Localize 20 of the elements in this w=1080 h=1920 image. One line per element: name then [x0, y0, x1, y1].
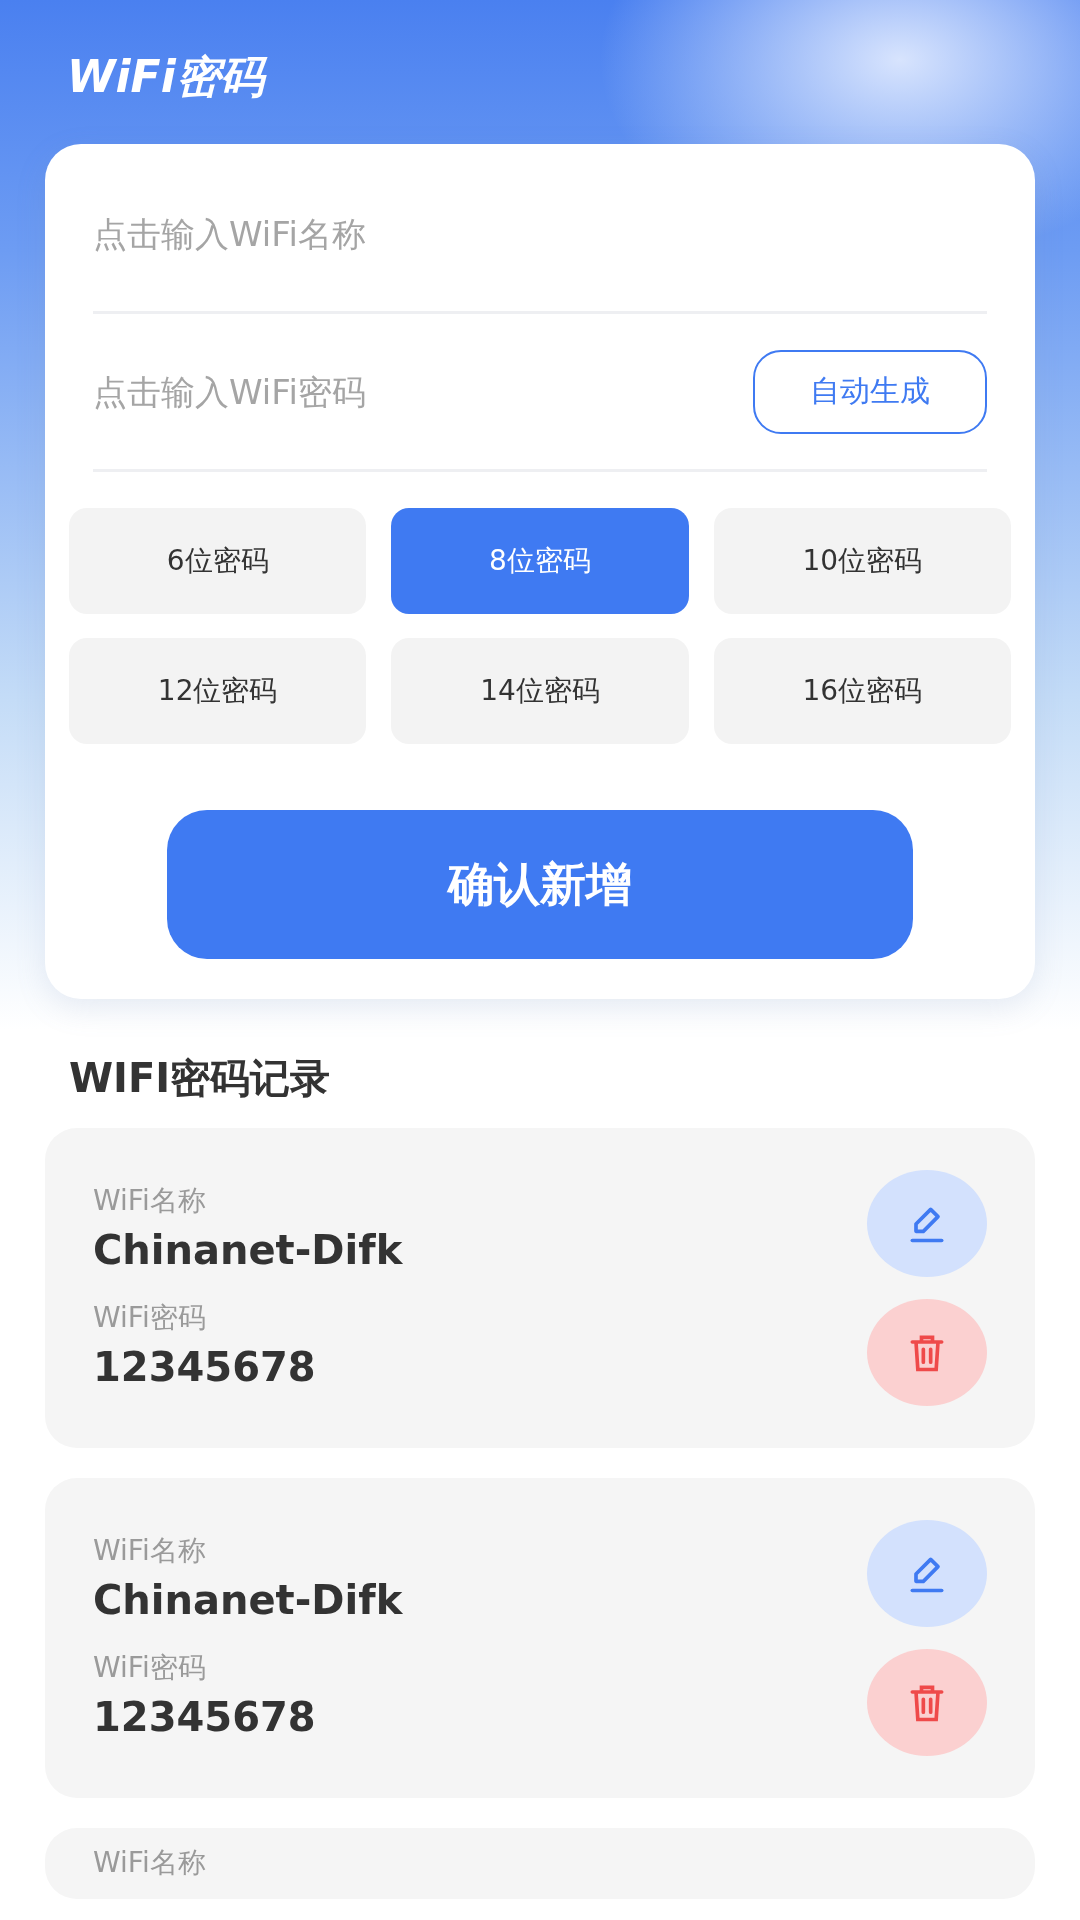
- length-option[interactable]: 14位密码: [391, 638, 689, 744]
- name-input-field[interactable]: 点击输入WiFi名称: [93, 213, 987, 254]
- password-input-field[interactable]: 点击输入WiFi密码: [93, 371, 753, 412]
- auto-generate-button[interactable]: 自动生成: [753, 349, 987, 434]
- confirm-button[interactable]: 确认新增: [167, 810, 913, 959]
- wifi-name: Chinanet-Difk: [93, 1577, 403, 1623]
- length-option[interactable]: 16位密码: [713, 638, 1011, 744]
- section-title: WIFI密码记录: [69, 1054, 332, 1103]
- length-option[interactable]: 12位密码: [69, 638, 367, 744]
- length-option[interactable]: 8位密码: [391, 508, 689, 614]
- wifi-password: 12345678: [93, 1693, 317, 1740]
- name-label: WiFi名称: [93, 1536, 207, 1567]
- length-option[interactable]: 6位密码: [69, 508, 367, 614]
- name-label: WiFi名称: [93, 1848, 206, 1879]
- name-label: WiFi名称: [93, 1186, 207, 1217]
- wifi-password: 12345678: [93, 1343, 317, 1390]
- password-label: WiFi密码: [93, 1303, 207, 1334]
- length-option[interactable]: 10位密码: [713, 508, 1011, 614]
- wifi-name: Chinanet-Difk: [93, 1227, 403, 1273]
- password-label: WiFi密码: [93, 1653, 207, 1684]
